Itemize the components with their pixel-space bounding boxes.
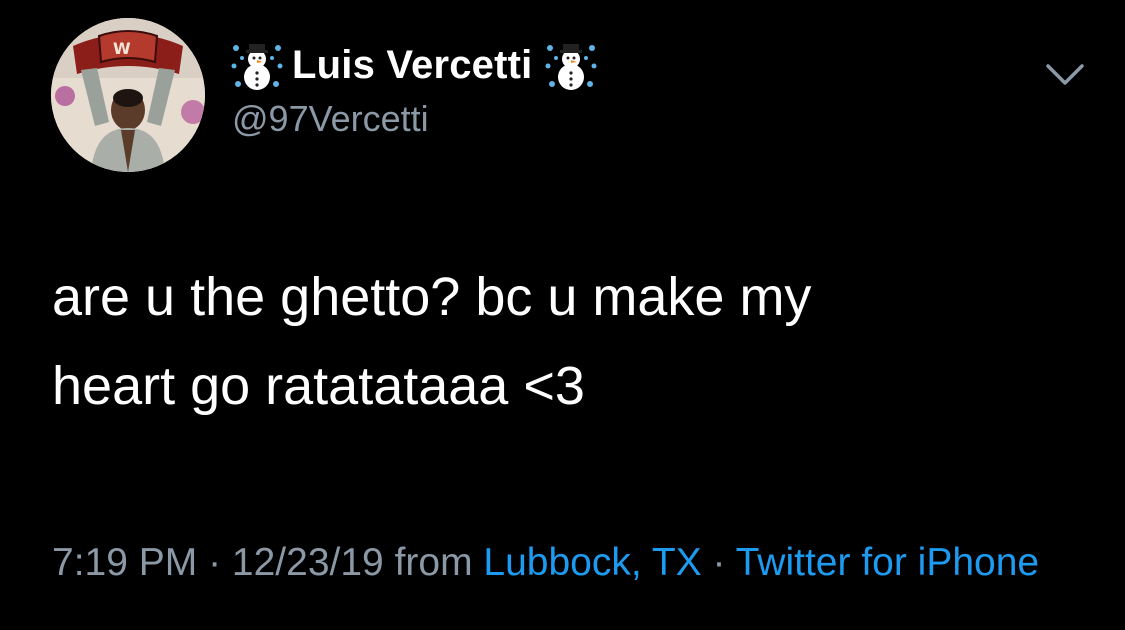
tweet-time[interactable]: 7:19 PM [52, 541, 197, 584]
tweet-text: are u the ghetto? bc u make my heart go … [52, 267, 812, 416]
snowman-emoji-icon [544, 38, 598, 92]
avatar-image: W [51, 18, 205, 172]
tweet-date[interactable]: 12/23/19 [232, 541, 384, 584]
avatar[interactable]: W [51, 18, 205, 172]
location-link[interactable]: Lubbock, TX [483, 541, 701, 584]
author-handle[interactable]: @97Vercetti [232, 98, 598, 140]
snowman-emoji-icon [230, 38, 284, 92]
svg-text:W: W [113, 39, 131, 58]
meta-separator: · [701, 541, 736, 584]
source-link[interactable]: Twitter for iPhone [736, 541, 1039, 584]
author-display-name[interactable]: Luis Vercetti [292, 43, 532, 88]
author-name-row[interactable]: Luis Vercetti [230, 34, 598, 96]
tweet-header: Luis Vercetti @97Vercetti [230, 34, 598, 140]
tweet-meta: 7:19 PM · 12/23/19 from Lubbock, TX · Tw… [52, 535, 1112, 590]
chevron-down-icon[interactable] [1042, 58, 1088, 92]
meta-separator: · [197, 541, 232, 584]
from-label: from [383, 541, 484, 584]
